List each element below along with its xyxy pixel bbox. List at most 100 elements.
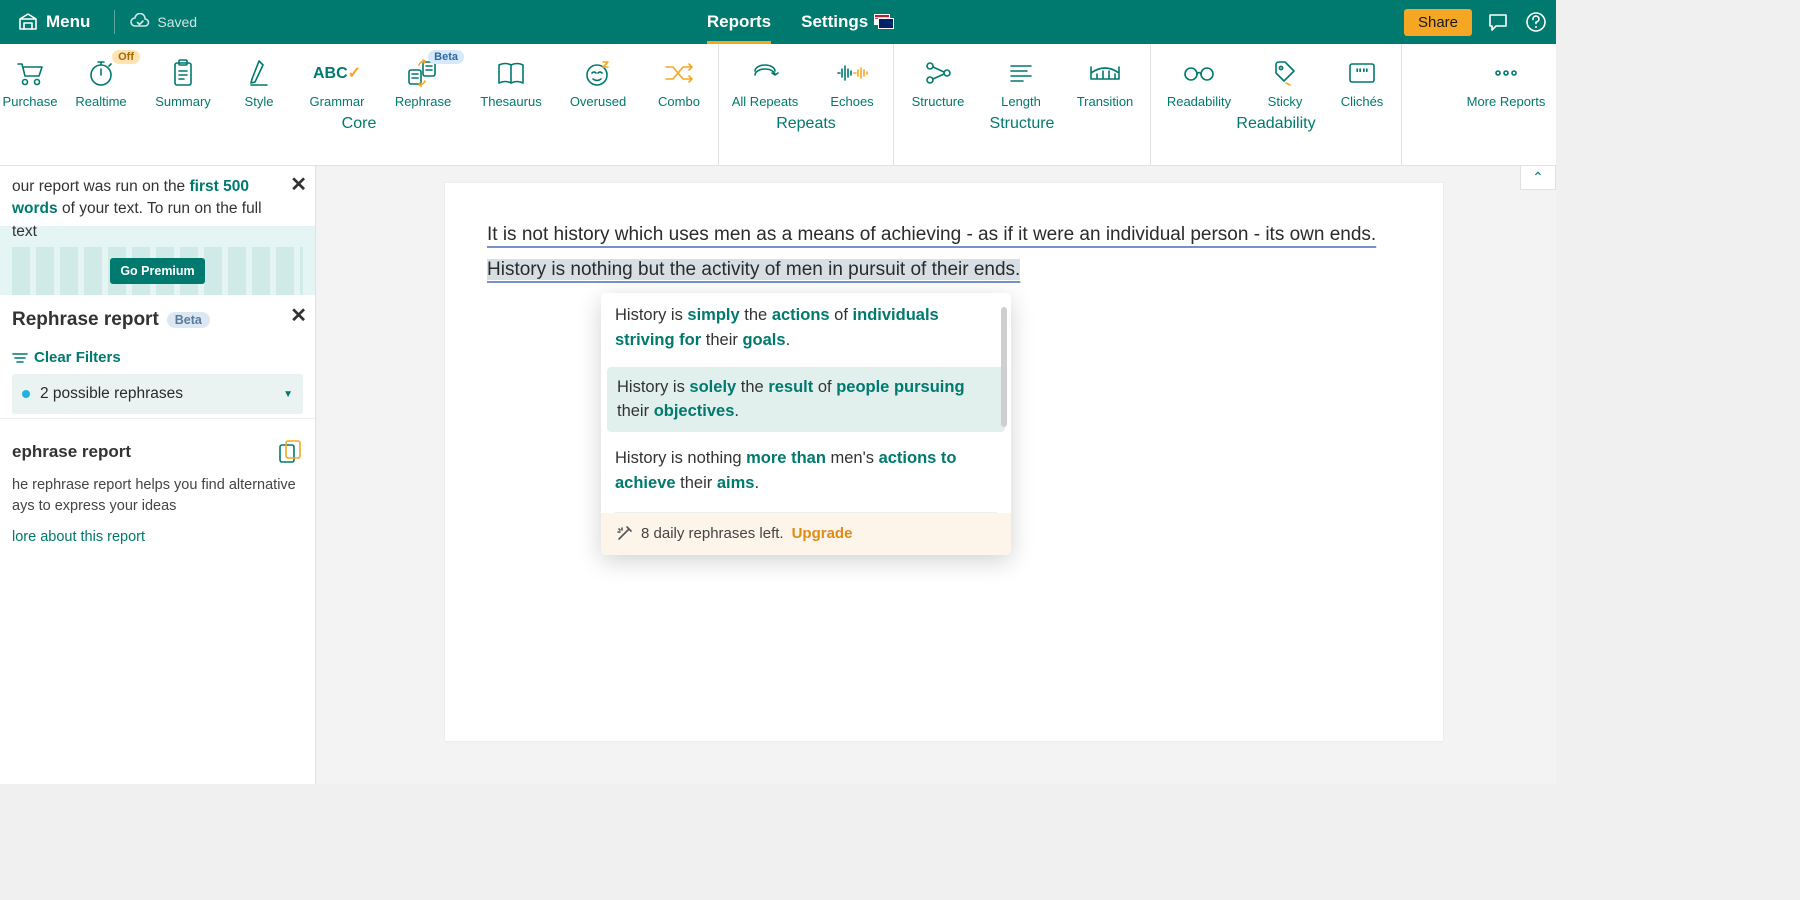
group-readability-label: Readability — [1151, 109, 1401, 143]
ribbon-length[interactable]: Length — [982, 48, 1060, 109]
nodes-icon — [922, 56, 954, 90]
svg-text:"": "" — [1355, 65, 1368, 81]
ribbon-readability[interactable]: Readability — [1151, 48, 1247, 109]
language-flags-icon — [874, 14, 894, 30]
ribbon-summary[interactable]: Summary — [142, 48, 224, 109]
bridge-icon — [1088, 56, 1122, 90]
rephrase-suggestion-1[interactable]: History is simply the actions of individ… — [601, 293, 1011, 363]
clipboard-icon — [169, 56, 197, 90]
ribbon-grammar[interactable]: ABC✓ Grammar — [294, 48, 380, 109]
feedback-icon[interactable] — [1486, 10, 1510, 34]
menu-button[interactable]: Menu — [8, 12, 100, 32]
popup-footer: 8 daily rephrases left. Upgrade — [601, 513, 1011, 555]
ribbon-transition[interactable]: Transition — [1060, 48, 1150, 109]
editor-card[interactable]: It is not history which uses men as a me… — [444, 182, 1444, 742]
clear-filters-button[interactable]: Clear Filters — [12, 349, 303, 366]
premium-banner: ✕ our report was run on the first 500 wo… — [0, 166, 315, 295]
ribbon-cliches[interactable]: "" Clichés — [1323, 48, 1401, 109]
ribbon-structure[interactable]: Structure — [894, 48, 982, 109]
panel-title-row: Rephrase report Beta — [12, 309, 303, 331]
quotes-icon: "" — [1347, 56, 1377, 90]
ribbon-realtime[interactable]: Off Realtime — [60, 48, 142, 109]
filter-item-label: 2 possible rephrases — [40, 385, 273, 403]
share-label: Share — [1418, 14, 1458, 31]
ribbon-summary-label: Summary — [155, 94, 211, 109]
ribbon-echoes[interactable]: Echoes — [811, 48, 893, 109]
document-text[interactable]: It is not history which uses men as a me… — [487, 217, 1401, 287]
cart-icon — [15, 56, 45, 90]
saved-label: Saved — [157, 14, 197, 30]
premium-text: our report was run on the first 500 word… — [12, 176, 303, 243]
report-panel: ✕ Rephrase report Beta Clear Filters 2 p… — [0, 295, 315, 418]
sidebar: ✕ our report was run on the first 500 wo… — [0, 166, 316, 784]
book-icon — [495, 56, 527, 90]
tab-settings[interactable]: Settings — [801, 0, 894, 44]
filter-icon — [12, 351, 28, 365]
ribbon-combo[interactable]: Combo — [640, 48, 718, 109]
ribbon-overused-label: Overused — [570, 94, 626, 109]
ribbon-style[interactable]: Style — [224, 48, 294, 109]
ribbon-length-label: Length — [1001, 94, 1041, 109]
tab-reports[interactable]: Reports — [707, 0, 771, 44]
ribbon-overused[interactable]: Overused — [556, 48, 640, 109]
ribbon-realtime-label: Realtime — [75, 94, 126, 109]
body: ✕ our report was run on the first 500 wo… — [0, 166, 1556, 784]
ribbon-purchase[interactable]: Purchase — [0, 48, 60, 109]
panel-title: Rephrase report — [12, 309, 159, 331]
popup-scrollbar[interactable] — [1001, 307, 1007, 427]
sentence-2-selected[interactable]: History is nothing but the activity of m… — [487, 259, 1020, 280]
rephrase-suggestion-3[interactable]: History is nothing more than men's actio… — [601, 436, 1011, 506]
divider — [114, 10, 115, 34]
premium-bold-2: words — [12, 200, 58, 217]
upgrade-link[interactable]: Upgrade — [792, 525, 853, 542]
ribbon-more-label: More Reports — [1467, 94, 1546, 109]
share-button[interactable]: Share — [1404, 9, 1472, 36]
tag-icon — [1272, 56, 1298, 90]
docs-icon — [277, 439, 303, 465]
group-structure-label: Structure — [894, 109, 1150, 143]
ribbon-all-repeats[interactable]: All Repeats — [719, 48, 811, 109]
ribbon-grammar-label: Grammar — [310, 94, 365, 109]
go-premium-button[interactable]: Go Premium — [110, 258, 204, 284]
collapse-panel-button[interactable]: ⌃ — [1520, 166, 1556, 190]
glasses-icon — [1181, 56, 1217, 90]
cloud-icon — [129, 13, 151, 31]
premium-close-button[interactable]: ✕ — [290, 172, 307, 197]
abc-icon: ABC✓ — [313, 56, 361, 90]
ribbon-more-reports[interactable]: More Reports — [1462, 48, 1550, 131]
premium-text-1: our report was run on the — [12, 178, 190, 195]
ribbon-cliches-label: Clichés — [1341, 94, 1384, 109]
shuffle-icon — [662, 56, 696, 90]
sleepy-face-icon — [583, 56, 613, 90]
realtime-off-badge: Off — [112, 50, 140, 64]
help-box: ephrase report he rephrase report helps … — [0, 418, 315, 551]
lines-icon — [1007, 56, 1035, 90]
ribbon-thesaurus-label: Thesaurus — [480, 94, 541, 109]
repeat-icon — [750, 56, 780, 90]
rephrase-popup: History is simply the actions of individ… — [601, 293, 1011, 555]
ribbon-transition-label: Transition — [1077, 94, 1134, 109]
ribbon-rephrase[interactable]: Beta Rephrase — [380, 48, 466, 109]
saved-indicator: Saved — [129, 13, 197, 31]
ribbon-combo-label: Combo — [658, 94, 700, 109]
ribbon-structure-label: Structure — [912, 94, 965, 109]
clear-filters-label: Clear Filters — [34, 349, 121, 366]
help-icon[interactable] — [1524, 10, 1548, 34]
rephrase-suggestion-2[interactable]: History is solely the result of people p… — [607, 367, 1005, 433]
help-link[interactable]: lore about this report — [12, 529, 303, 545]
ribbon-purchase-label: Purchase — [3, 94, 58, 109]
help-title: ephrase report — [12, 442, 131, 462]
tab-settings-label: Settings — [801, 12, 868, 32]
wand-icon — [615, 525, 633, 543]
panel-close-button[interactable]: ✕ — [290, 303, 307, 328]
reports-ribbon: Purchase Off Realtime Summary Style ABC✓… — [0, 44, 1556, 166]
logo-icon — [18, 12, 38, 32]
books-illustration: Go Premium — [12, 247, 303, 295]
ribbon-all-repeats-label: All Repeats — [732, 94, 798, 109]
sentence-1[interactable]: It is not history which uses men as a me… — [487, 224, 1376, 245]
ribbon-echoes-label: Echoes — [830, 94, 873, 109]
ribbon-thesaurus[interactable]: Thesaurus — [466, 48, 556, 109]
ribbon-sticky[interactable]: Sticky — [1247, 48, 1323, 109]
menu-label: Menu — [46, 12, 90, 32]
filter-possible-rephrases[interactable]: 2 possible rephrases ▼ — [12, 374, 303, 414]
